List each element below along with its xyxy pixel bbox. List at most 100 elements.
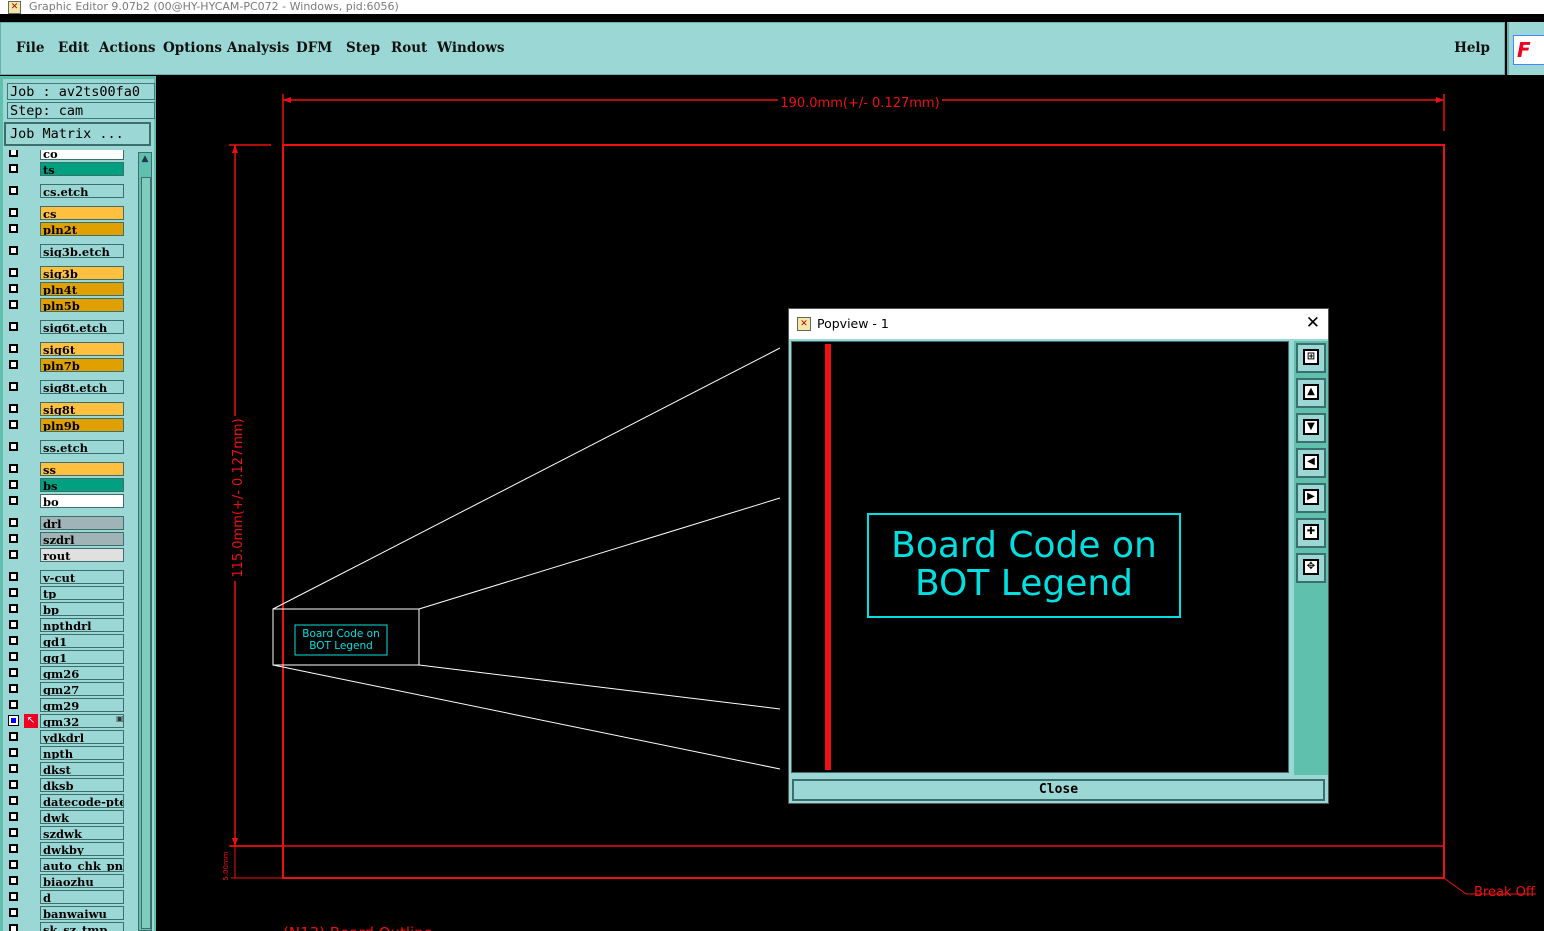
layer-name[interactable]: ss xyxy=(40,462,124,476)
menu-help[interactable]: Help xyxy=(1454,40,1490,56)
layer-name[interactable]: ydkdrl xyxy=(40,730,124,744)
layer-row[interactable]: rout xyxy=(4,548,136,563)
layer-checkbox[interactable] xyxy=(9,164,18,173)
layer-name[interactable]: pln2t xyxy=(40,222,124,236)
layer-name[interactable]: drl xyxy=(40,516,124,530)
layer-checkbox[interactable] xyxy=(9,464,18,473)
layer-row[interactable]: szdrl xyxy=(4,532,136,547)
layer-row[interactable]: gm29 xyxy=(4,698,136,713)
layer-checkbox[interactable] xyxy=(9,268,18,277)
layer-checkbox[interactable] xyxy=(9,812,18,821)
layer-checkbox[interactable] xyxy=(9,186,18,195)
layer-name[interactable]: npthdrl xyxy=(40,618,124,632)
layer-checkbox[interactable] xyxy=(9,652,18,661)
layer-row[interactable]: pln5b xyxy=(4,298,136,313)
layer-row[interactable]: co xyxy=(4,150,136,161)
layer-name[interactable]: cs.etch xyxy=(40,184,124,198)
layer-row[interactable]: gm27 xyxy=(4,682,136,697)
layer-row[interactable]: sig8t.etch xyxy=(4,380,136,395)
layer-name[interactable]: dkst xyxy=(40,762,124,776)
layer-name[interactable]: pln9b xyxy=(40,418,124,432)
layer-name[interactable]: cs xyxy=(40,206,124,220)
layer-checkbox[interactable] xyxy=(9,780,18,789)
layer-name[interactable]: gd1 xyxy=(40,634,124,648)
layer-row[interactable]: ts xyxy=(4,162,136,177)
layer-row[interactable]: biaozhu xyxy=(4,874,136,889)
popview-close-button[interactable]: Close xyxy=(792,779,1325,801)
layer-checkbox[interactable] xyxy=(9,684,18,693)
popview-tool-pan-down[interactable]: ▼ xyxy=(1296,413,1326,443)
app-logo-icon[interactable]: F xyxy=(1513,35,1544,65)
scroll-up-icon[interactable]: ▲ xyxy=(140,154,150,164)
layer-row[interactable]: datecode-pte xyxy=(4,794,136,809)
layer-checkbox[interactable] xyxy=(9,284,18,293)
layer-row[interactable]: bs xyxy=(4,478,136,493)
layer-name[interactable]: dksb xyxy=(40,778,124,792)
layer-row[interactable]: dkst xyxy=(4,762,136,777)
popview-tool-pan-right[interactable]: ▶ xyxy=(1296,483,1326,513)
layer-row[interactable]: sig8t xyxy=(4,402,136,417)
menu-actions[interactable]: Actions xyxy=(99,40,155,56)
layer-row[interactable]: sig6t xyxy=(4,342,136,357)
layer-name[interactable]: d xyxy=(40,890,124,904)
job-matrix-button[interactable]: Job Matrix ... xyxy=(4,122,151,146)
layer-row[interactable]: ydkdrl xyxy=(4,730,136,745)
layer-row[interactable]: dksb xyxy=(4,778,136,793)
popview-tool-pan-left[interactable]: ◀ xyxy=(1296,448,1326,478)
layer-row[interactable]: banwaiwu xyxy=(4,906,136,921)
layer-scrollbar[interactable]: ▲ xyxy=(138,152,152,931)
layer-name[interactable]: gm32 xyxy=(40,714,124,728)
layer-checkbox[interactable] xyxy=(9,876,18,885)
layer-name[interactable]: bo xyxy=(40,494,124,508)
layer-checkbox[interactable] xyxy=(9,572,18,581)
layer-name[interactable]: bp xyxy=(40,602,124,616)
layer-name[interactable]: pln4t xyxy=(40,282,124,296)
layer-name[interactable]: bs xyxy=(40,478,124,492)
layer-name[interactable]: sig8t.etch xyxy=(40,380,124,394)
layer-name[interactable]: auto_chk_pnl xyxy=(40,858,124,872)
menu-analysis[interactable]: Analysis xyxy=(227,40,289,56)
layer-checkbox[interactable] xyxy=(9,404,18,413)
layer-row[interactable]: pln7b xyxy=(4,358,136,373)
popview-close-icon[interactable]: ✕ xyxy=(1306,313,1320,333)
layer-name[interactable]: sig3b xyxy=(40,266,124,280)
layer-checkbox[interactable] xyxy=(9,550,18,559)
layer-checkbox[interactable] xyxy=(9,668,18,677)
layer-checkbox[interactable] xyxy=(9,496,18,505)
layer-checkbox[interactable] xyxy=(9,246,18,255)
layer-row[interactable]: v-cut xyxy=(4,570,136,585)
popview-tool-pan-up[interactable]: ▲ xyxy=(1296,378,1326,408)
layer-row[interactable]: gg1 xyxy=(4,650,136,665)
layer-name[interactable]: npth xyxy=(40,746,124,760)
scroll-thumb[interactable] xyxy=(141,177,151,929)
layer-checkbox[interactable] xyxy=(9,588,18,597)
layer-checkbox[interactable] xyxy=(9,360,18,369)
layer-name[interactable]: gg1 xyxy=(40,650,124,664)
menu-file[interactable]: File xyxy=(16,40,44,56)
layer-name[interactable]: biaozhu xyxy=(40,874,124,888)
menu-edit[interactable]: Edit xyxy=(58,40,89,56)
layer-checkbox[interactable] xyxy=(9,892,18,901)
layer-name[interactable]: szdrl xyxy=(40,532,124,546)
layer-checkbox[interactable] xyxy=(9,828,18,837)
layer-row[interactable]: cs.etch xyxy=(4,184,136,199)
layer-row[interactable]: sig6t.etch xyxy=(4,320,136,335)
layer-checkbox[interactable] xyxy=(9,300,18,309)
layer-row[interactable]: ↖ gm32 ▣ xyxy=(4,714,136,729)
layer-row[interactable]: sig3b.etch xyxy=(4,244,136,259)
layer-row[interactable]: gm26 xyxy=(4,666,136,681)
layer-checkbox[interactable] xyxy=(9,732,18,741)
layer-name[interactable]: ts xyxy=(40,162,124,176)
layer-name[interactable]: gm27 xyxy=(40,682,124,696)
layer-name[interactable]: sig3b.etch xyxy=(40,244,124,258)
layer-row[interactable]: ss.etch xyxy=(4,440,136,455)
layer-checkbox[interactable] xyxy=(9,908,18,917)
layer-row[interactable]: auto_chk_pnl xyxy=(4,858,136,873)
menu-options[interactable]: Options xyxy=(163,40,222,56)
layer-name[interactable]: dwk xyxy=(40,810,124,824)
layer-checkbox[interactable] xyxy=(9,860,18,869)
layer-checkbox[interactable] xyxy=(9,534,18,543)
layer-checkbox[interactable] xyxy=(9,518,18,527)
layer-name[interactable]: gm29 xyxy=(40,698,124,712)
layer-row[interactable]: ss xyxy=(4,462,136,477)
